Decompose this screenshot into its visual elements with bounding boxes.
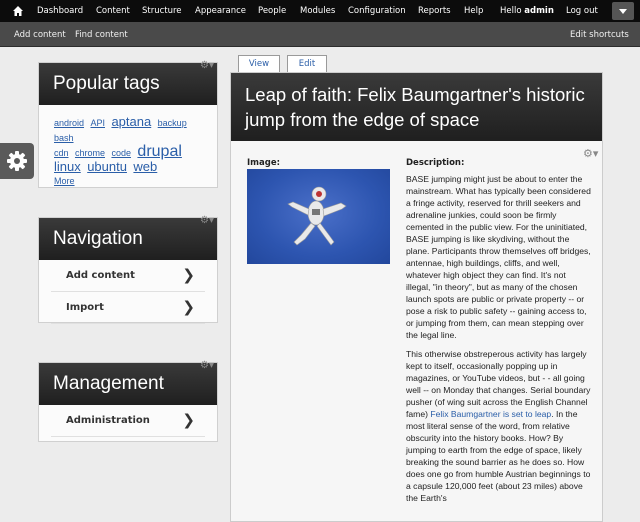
chevron-right-icon: ❯ — [182, 411, 195, 429]
shortcuts-bar: Add content Find content Edit shortcuts — [0, 22, 640, 47]
toolbar-modules[interactable]: Modules — [300, 6, 335, 16]
description-paragraph: This otherwise obstreperous activity has… — [406, 348, 591, 504]
username: admin — [524, 6, 554, 16]
toolbar-content[interactable]: Content — [96, 6, 130, 16]
management-heading: Management — [53, 373, 164, 394]
article-title-bar: Leap of faith: Felix Baumgartner's histo… — [231, 73, 602, 141]
tag-link[interactable]: android — [54, 118, 84, 128]
tag-link[interactable]: ubuntu — [87, 159, 127, 174]
toolbar-people[interactable]: People — [258, 6, 286, 16]
chevron-right-icon: ❯ — [182, 266, 195, 284]
paragraph-text: . In the most literal sense of the word,… — [406, 409, 591, 503]
popular-tags-heading: Popular tags — [53, 73, 160, 94]
toolbar-dashboard[interactable]: Dashboard — [37, 6, 83, 16]
nav-item-add-content[interactable]: Add content ❯ — [51, 260, 205, 292]
management-block: Management ⚙▾ Administration ❯ — [38, 360, 218, 442]
nav-item-label: Import — [66, 302, 104, 313]
tab-view[interactable]: View — [238, 55, 280, 73]
tag-link[interactable]: cdn — [54, 148, 69, 158]
navigation-block: Navigation ⚙▾ Add content ❯ Import ❯ — [38, 215, 218, 324]
tag-link[interactable]: code — [111, 148, 131, 158]
tag-link[interactable]: drupal — [137, 143, 181, 160]
nav-item-import[interactable]: Import ❯ — [51, 292, 205, 324]
description-text: BASE jumping might just be about to ente… — [406, 173, 591, 511]
tag-link[interactable]: API — [90, 118, 105, 128]
toolbar-appearance[interactable]: Appearance — [195, 6, 246, 16]
content-config-gear-icon[interactable]: ⚙▾ — [583, 147, 598, 160]
skydiver-illustration — [287, 186, 347, 246]
settings-tab[interactable] — [0, 143, 34, 179]
shortcut-find-content[interactable]: Find content — [75, 30, 128, 40]
hello-text: Hello — [500, 6, 522, 16]
toolbar-help[interactable]: Help — [464, 6, 483, 16]
toolbar-reports[interactable]: Reports — [418, 6, 451, 16]
shortcut-add-content[interactable]: Add content — [14, 30, 66, 40]
tag-link[interactable]: backup — [158, 118, 187, 128]
toolbar-configuration[interactable]: Configuration — [348, 6, 406, 16]
nav-item-label: Administration — [66, 415, 150, 426]
popular-tags-block: Popular tags ⚙▾ android API aptana backu… — [38, 60, 218, 188]
admin-toolbar: Dashboard Content Structure Appearance P… — [0, 0, 640, 22]
popular-tags-title: Popular tags ⚙▾ — [39, 60, 217, 105]
toolbar-structure[interactable]: Structure — [142, 6, 182, 16]
skydiver-image[interactable] — [247, 169, 390, 264]
description-label: Description: — [406, 158, 465, 168]
logout-link[interactable]: Log out — [566, 6, 598, 16]
shortcuts-toggle-button[interactable] — [612, 2, 634, 20]
tag-link[interactable]: web — [133, 159, 157, 174]
user-greeting[interactable]: Hello admin — [500, 6, 554, 16]
navigation-heading: Navigation — [53, 228, 143, 249]
tag-link[interactable]: chrome — [75, 148, 105, 158]
tag-cloud: android API aptana backup bash cdn chrom… — [39, 105, 217, 194]
tab-edit[interactable]: Edit — [287, 55, 327, 73]
home-icon[interactable] — [12, 5, 24, 17]
felix-baumgartner-link[interactable]: Felix Baumgartner is set to leap — [430, 409, 551, 419]
navigation-title: Navigation ⚙▾ — [39, 215, 217, 260]
tag-link[interactable]: bash — [54, 133, 74, 143]
chevron-right-icon: ❯ — [182, 298, 195, 316]
gear-icon — [7, 151, 27, 171]
block-config-gear-icon[interactable]: ⚙▾ — [200, 60, 214, 72]
nav-item-label: Add content — [66, 270, 135, 281]
block-config-gear-icon[interactable]: ⚙▾ — [200, 215, 214, 227]
article-content: Leap of faith: Felix Baumgartner's histo… — [230, 72, 603, 522]
tag-link[interactable]: aptana — [111, 114, 151, 129]
page-title: Leap of faith: Felix Baumgartner's histo… — [245, 84, 585, 130]
edit-shortcuts-link[interactable]: Edit shortcuts — [570, 30, 629, 40]
block-config-gear-icon[interactable]: ⚙▾ — [200, 360, 214, 372]
management-title: Management ⚙▾ — [39, 360, 217, 405]
image-label: Image: — [247, 158, 281, 168]
nav-item-administration[interactable]: Administration ❯ — [51, 405, 205, 437]
more-tags-link[interactable]: More — [54, 176, 75, 186]
tag-link[interactable]: linux — [54, 159, 81, 174]
description-paragraph: BASE jumping might just be about to ente… — [406, 174, 591, 340]
